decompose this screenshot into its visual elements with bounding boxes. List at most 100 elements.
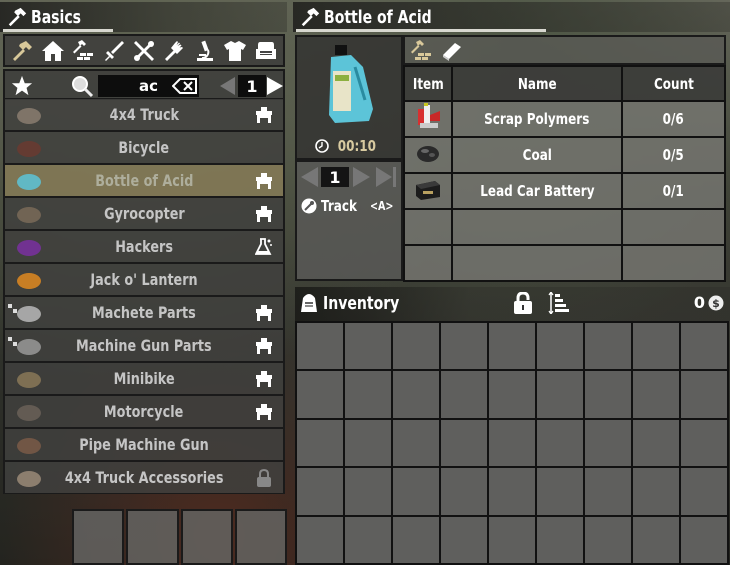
category-science[interactable] — [192, 38, 218, 64]
recipe-row[interactable]: Machine Gun Parts — [3, 329, 285, 362]
inventory-slot[interactable] — [441, 516, 487, 563]
lock-icon[interactable] — [513, 292, 533, 314]
recipe-row[interactable]: Bottle of Acid — [3, 164, 285, 197]
inventory-slot[interactable] — [393, 516, 439, 563]
recipe-row[interactable]: Jack o' Lantern — [3, 263, 285, 296]
category-resources[interactable] — [70, 38, 96, 64]
inventory-slot[interactable] — [585, 323, 631, 370]
inventory-slot[interactable] — [441, 468, 487, 515]
armchair-icon — [255, 41, 276, 59]
inventory-slot[interactable] — [345, 468, 391, 515]
inventory-slot[interactable] — [345, 371, 391, 418]
inventory-slot[interactable] — [489, 323, 535, 370]
truck-thumbnail — [13, 102, 45, 127]
recipe-name: Hackers — [115, 237, 173, 256]
category-decor[interactable] — [253, 38, 279, 64]
tool-slot[interactable] — [126, 509, 179, 565]
star-icon[interactable] — [11, 75, 33, 97]
quantity-max-icon[interactable] — [375, 167, 397, 187]
inventory-slot[interactable] — [297, 323, 343, 370]
inventory-slot[interactable] — [393, 419, 439, 467]
craft-quantity[interactable]: 1 — [321, 167, 349, 187]
inventory-slot[interactable] — [489, 516, 535, 563]
inventory-slot[interactable] — [537, 468, 583, 515]
category-building[interactable] — [40, 38, 66, 64]
inventory-slot[interactable] — [681, 516, 727, 563]
inventory-slot[interactable] — [345, 419, 391, 467]
backspace-icon[interactable] — [172, 78, 198, 94]
inventory-slot[interactable] — [633, 371, 679, 418]
inventory-slot[interactable] — [441, 323, 487, 370]
inventory-slot[interactable] — [489, 468, 535, 515]
inventory-slot[interactable] — [537, 371, 583, 418]
item-preview: 00:10 — [295, 35, 403, 160]
inventory-slot[interactable] — [393, 323, 439, 370]
category-basics[interactable] — [9, 38, 35, 64]
chemistry-station-icon — [254, 238, 273, 256]
lock-icon — [255, 468, 273, 487]
inventory-slot[interactable] — [537, 323, 583, 370]
inventory-slot[interactable] — [345, 323, 391, 370]
unlock-indicator-icon — [8, 298, 17, 313]
sort-icon[interactable] — [548, 292, 570, 314]
inventory-slot[interactable] — [297, 419, 343, 467]
inventory-slot[interactable] — [537, 516, 583, 563]
recipe-row[interactable]: 4x4 Truck — [3, 98, 285, 131]
recipe-row[interactable]: Gyrocopter — [3, 197, 285, 230]
ingredients-tab-icon[interactable] — [409, 39, 433, 63]
inventory-slot[interactable] — [537, 419, 583, 467]
inventory-slot[interactable] — [585, 371, 631, 418]
category-food[interactable] — [161, 38, 187, 64]
inventory-slot[interactable] — [681, 468, 727, 515]
page-next-icon[interactable] — [267, 77, 283, 95]
inventory-slot[interactable] — [681, 323, 727, 370]
inventory-slot[interactable] — [681, 419, 727, 467]
recipe-row[interactable]: Bicycle — [3, 131, 285, 164]
dukes-coin-icon: $ — [708, 295, 724, 310]
recipe-row[interactable]: Motorcycle — [3, 395, 285, 428]
inventory-slot[interactable] — [393, 468, 439, 515]
inventory-slot[interactable] — [345, 516, 391, 563]
inventory-slot[interactable] — [633, 468, 679, 515]
inventory-slot[interactable] — [441, 371, 487, 418]
inventory-slot[interactable] — [297, 371, 343, 418]
inventory-slot[interactable] — [681, 371, 727, 418]
inventory-slot[interactable] — [393, 371, 439, 418]
recipe-row[interactable]: Pipe Machine Gun — [3, 428, 285, 461]
workbench-icon — [255, 106, 273, 124]
inventory-slot[interactable] — [489, 419, 535, 467]
recipe-row[interactable]: Machete Parts — [3, 296, 285, 329]
inventory-slot[interactable] — [297, 516, 343, 563]
category-clothing[interactable] — [222, 38, 248, 64]
ingredient-count: 0/6 — [621, 100, 726, 138]
inventory-slot[interactable] — [297, 468, 343, 515]
tool-slot[interactable] — [72, 509, 125, 565]
category-weapons[interactable] — [101, 38, 127, 64]
inventory-slot[interactable] — [633, 323, 679, 370]
inventory-slot[interactable] — [585, 419, 631, 467]
quantity-decrease-icon[interactable] — [301, 167, 319, 187]
inventory-slot[interactable] — [489, 371, 535, 418]
recipe-row[interactable]: 4x4 Truck Accessories — [3, 461, 285, 494]
inventory-title-text: Inventory — [323, 292, 400, 314]
ingredient-icon-cell — [403, 208, 453, 246]
quantity-increase-icon[interactable] — [352, 167, 370, 187]
track-button[interactable]: Track — [301, 197, 366, 215]
inventory-slot[interactable] — [585, 468, 631, 515]
tool-slot[interactable] — [234, 509, 287, 565]
page-number: 1 — [238, 75, 266, 97]
page-prev-icon[interactable] — [220, 77, 236, 95]
recipe-row[interactable]: Minibike — [3, 362, 285, 395]
inventory-slot[interactable] — [633, 516, 679, 563]
book-icon[interactable] — [439, 39, 463, 63]
acid-bottle-image — [329, 45, 373, 123]
inventory-slot[interactable] — [633, 419, 679, 467]
tool-slot[interactable] — [180, 509, 233, 565]
recipe-panel-title: Basics — [31, 6, 82, 28]
search-bar: 1 — [3, 69, 285, 100]
inventory-slot[interactable] — [441, 419, 487, 467]
ingredient-name: Coal — [451, 136, 623, 174]
inventory-slot[interactable] — [585, 516, 631, 563]
recipe-row[interactable]: Hackers — [3, 230, 285, 263]
category-tools[interactable] — [131, 38, 157, 64]
